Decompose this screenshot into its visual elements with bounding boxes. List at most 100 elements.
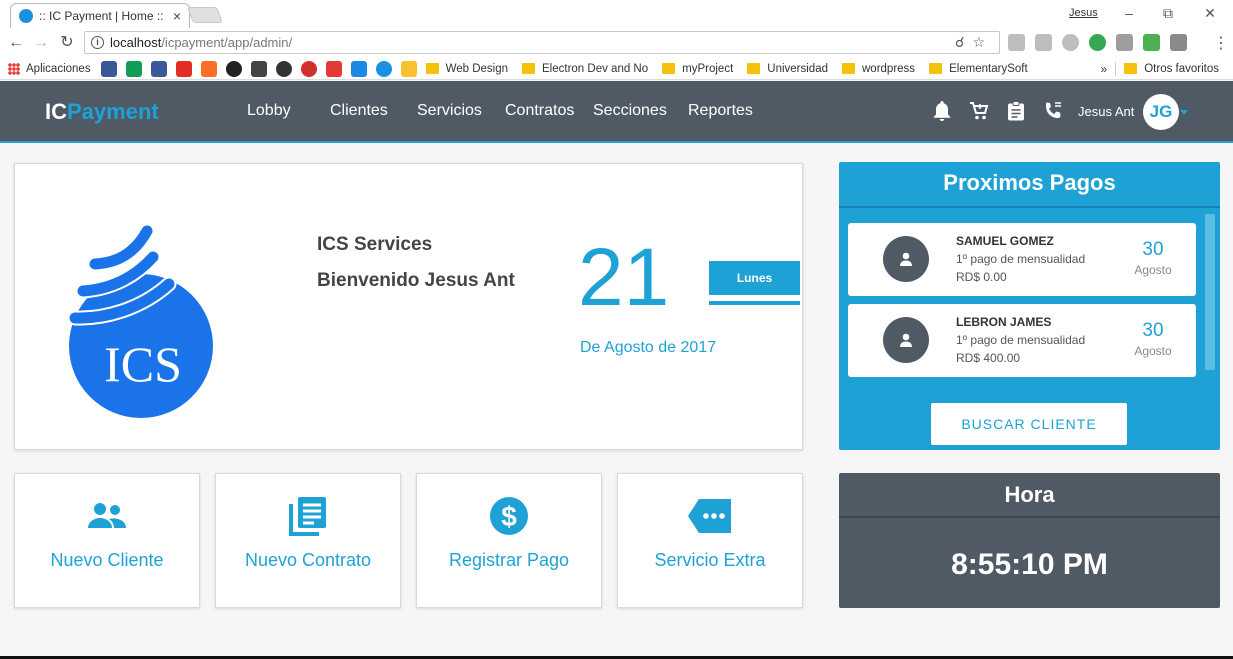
apps-grid-icon xyxy=(8,62,20,75)
bookmark-favicon-icon[interactable] xyxy=(375,60,392,77)
clock-panel: Hora 8:55:10 PM xyxy=(839,473,1220,608)
extension-new-icon[interactable] xyxy=(1089,34,1106,51)
browser-tab-strip: :: IC Payment | Home :: × Jesus – ⧉ ✕ xyxy=(0,0,1233,28)
company-name: ICS Services xyxy=(317,234,433,255)
folder-label: Otros favoritos xyxy=(1144,62,1219,75)
nav-clientes[interactable]: Clientes xyxy=(330,102,388,120)
maximize-icon[interactable]: ⧉ xyxy=(1153,3,1183,23)
cart-icon[interactable] xyxy=(968,100,990,122)
company-logo: ICS xyxy=(65,219,225,419)
tomato-icon[interactable] xyxy=(300,60,317,77)
folder-icon xyxy=(522,63,536,74)
chevron-down-icon[interactable] xyxy=(1180,110,1188,115)
clock-divider xyxy=(839,516,1220,518)
facebook-icon[interactable] xyxy=(150,60,167,77)
back-arrow-icon[interactable]: ← xyxy=(5,32,27,54)
drive-icon[interactable] xyxy=(125,60,142,77)
user-avatar-icon xyxy=(883,236,929,282)
app-navbar: ICPayment Lobby Clientes Servicios Contr… xyxy=(0,81,1233,143)
client-name: SAMUEL GOMEZ xyxy=(956,234,1054,248)
bookmark-folder[interactable]: ElementarySoft xyxy=(929,63,1028,75)
new-client-button[interactable]: Nuevo Cliente xyxy=(14,473,200,608)
phone-icon[interactable] xyxy=(1042,100,1064,122)
bookmark-folder[interactable]: wordpress xyxy=(842,63,915,75)
user-avatar[interactable]: JG xyxy=(1143,94,1179,130)
profile-name[interactable]: Jesus xyxy=(1069,7,1098,19)
clipboard-icon[interactable] xyxy=(1005,100,1027,122)
info-icon[interactable]: i xyxy=(91,36,104,49)
other-bookmarks[interactable]: Otros favoritos xyxy=(1124,63,1219,75)
nav-servicios[interactable]: Servicios xyxy=(417,102,482,120)
minimize-icon[interactable]: – xyxy=(1114,3,1144,23)
panel-title: Proximos Pagos xyxy=(943,170,1116,195)
action-label: Nuevo Cliente xyxy=(50,550,164,570)
document-icon xyxy=(216,496,400,536)
clock-title: Hora xyxy=(1004,482,1055,507)
close-window-icon[interactable]: ✕ xyxy=(1195,3,1225,23)
bookmarks-bar: Aplicaciones Web Design Electron Dev and… xyxy=(0,58,1233,80)
payment-item[interactable]: SAMUEL GOMEZ 1º pago de mensualidad RD$ … xyxy=(848,223,1196,296)
register-payment-button[interactable]: $ Registrar Pago xyxy=(416,473,602,608)
github-icon[interactable] xyxy=(225,60,242,77)
action-label: Registrar Pago xyxy=(448,550,570,570)
browser-tab[interactable]: :: IC Payment | Home :: × xyxy=(10,3,190,28)
vue-extension-icon[interactable] xyxy=(1170,34,1187,51)
payments-scrollbar[interactable] xyxy=(1205,214,1215,370)
bookmark-folder[interactable]: Universidad xyxy=(747,63,828,75)
bookmark-favicon-icon[interactable] xyxy=(325,60,342,77)
bookmark-apps[interactable]: Aplicaciones xyxy=(8,62,91,75)
payments-list: SAMUEL GOMEZ 1º pago de mensualidad RD$ … xyxy=(848,223,1196,385)
payment-day: 30 xyxy=(1142,320,1164,341)
user-name[interactable]: Jesus Ant xyxy=(1078,104,1134,119)
tab-close-icon[interactable]: × xyxy=(173,8,181,24)
bookmark-folder[interactable]: Electron Dev and No xyxy=(522,63,648,75)
weekday-badge: Lunes xyxy=(709,261,800,295)
new-contract-button[interactable]: Nuevo Contrato xyxy=(215,473,401,608)
codepen-icon[interactable] xyxy=(250,60,267,77)
nav-contratos[interactable]: Contratos xyxy=(505,102,574,120)
search-client-button[interactable]: BUSCAR CLIENTE xyxy=(931,403,1127,445)
mail-icon[interactable] xyxy=(400,60,417,77)
bookmark-favicon-icon[interactable] xyxy=(350,60,367,77)
gmail-extension-icon[interactable] xyxy=(1116,34,1133,51)
folder-icon xyxy=(747,63,761,74)
action-label: Servicio Extra xyxy=(654,550,766,570)
bookmark-favicon-icon[interactable] xyxy=(275,60,292,77)
bookmarks-divider xyxy=(1115,61,1117,76)
folder-label: Electron Dev and No xyxy=(542,62,649,75)
bookmark-folder[interactable]: myProject xyxy=(662,63,733,75)
bookmark-folder[interactable]: Web Design xyxy=(425,62,509,75)
weekday-underline xyxy=(709,301,800,305)
brand-logo[interactable]: ICPayment xyxy=(45,99,159,125)
nav-secciones[interactable]: Secciones xyxy=(593,102,667,120)
panel-divider xyxy=(839,206,1220,208)
extension-icons xyxy=(1008,34,1187,51)
folder-label: Web Design xyxy=(445,62,509,75)
extra-service-button[interactable]: Servicio Extra xyxy=(617,473,803,608)
youtube-icon[interactable] xyxy=(175,60,192,77)
extension-icon[interactable] xyxy=(1143,34,1160,51)
payment-amount: RD$ 400.00 xyxy=(956,351,1021,365)
extension-icon[interactable] xyxy=(1035,34,1052,51)
more-bookmarks-icon[interactable]: » xyxy=(1101,62,1108,76)
extension-icon[interactable] xyxy=(1008,34,1025,51)
nav-lobby[interactable]: Lobby xyxy=(247,102,291,120)
forward-arrow-icon[interactable]: → xyxy=(30,32,52,54)
payment-item[interactable]: LEBRON JAMES 1º pago de mensualidad RD$ … xyxy=(848,304,1196,377)
upcoming-payments-panel: Proximos Pagos SAMUEL GOMEZ 1º pago de m… xyxy=(839,162,1220,450)
brand-prefix: IC xyxy=(45,99,67,124)
chrome-menu-icon[interactable]: ⋮ xyxy=(1213,33,1229,53)
clock-time: 8:55:10 PM xyxy=(951,548,1108,581)
reload-icon[interactable]: ↻ xyxy=(56,32,78,54)
favicon-icon xyxy=(19,9,33,23)
new-tab-button[interactable] xyxy=(187,7,223,23)
payment-day: 30 xyxy=(1142,239,1164,260)
history-extension-icon[interactable] xyxy=(1062,34,1079,51)
url-path: /icpayment/app/admin/ xyxy=(161,35,293,50)
bookmark-favicon-icon[interactable] xyxy=(100,60,117,77)
bell-icon[interactable] xyxy=(931,100,953,122)
gitlab-icon[interactable] xyxy=(200,60,217,77)
bookmark-star-icon[interactable]: ☌☆ xyxy=(955,34,993,51)
address-bar[interactable]: i localhost/icpayment/app/admin/ ☌☆ xyxy=(84,31,1000,54)
nav-reportes[interactable]: Reportes xyxy=(688,102,753,120)
